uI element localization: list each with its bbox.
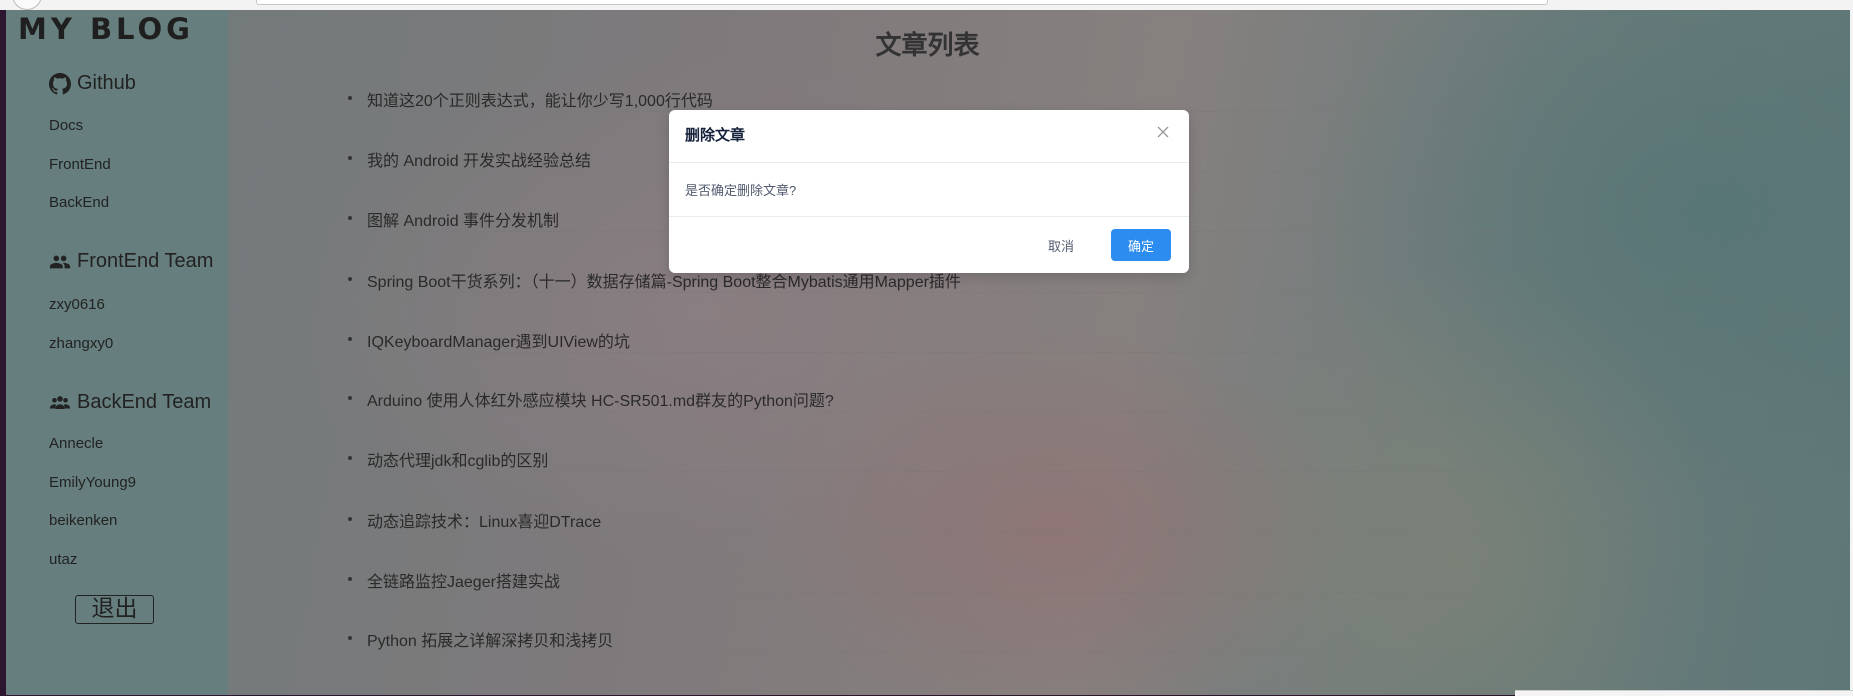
article-item[interactable]: IQKeyboardManager遇到UIView的坑 [340,328,1510,353]
address-bar[interactable] [256,0,1548,5]
article-title[interactable]: 全链路监控Jaeger搭建实战 [367,568,560,592]
bullet [348,396,352,400]
section-title: Github [77,72,136,94]
bullet [348,636,352,640]
article-title[interactable]: 我的 Android 开发实战经验总结 [367,147,591,171]
cancel-button[interactable]: 取消 [1030,229,1092,261]
sidebar-link-docs[interactable]: Docs [49,117,83,134]
article-item[interactable]: 动态代理jdk和cglib的区别 [340,447,1510,472]
confirm-button[interactable]: 确定 [1111,229,1171,261]
sidebar-link-member[interactable]: beikenken [49,512,117,529]
article-item[interactable]: Python 拓展之详解深拷贝和浅拷贝 [340,627,1510,652]
github-icon [49,72,71,94]
article-item[interactable]: Arduino 使用人体红外感应模块 HC-SR501.md群友的Python问… [340,387,1510,412]
bullet [348,216,352,220]
article-title[interactable]: IQKeyboardManager遇到UIView的坑 [367,328,630,352]
window-edge [1515,690,1853,696]
sidebar-link-backend[interactable]: BackEnd [49,194,109,211]
article-item[interactable]: 全链路监控Jaeger搭建实战 [340,568,1510,593]
section-github: Github [49,72,136,95]
logout-button[interactable]: 退出 [75,595,154,624]
article-title[interactable]: Arduino 使用人体红外感应模块 HC-SR501.md群友的Python问… [367,387,834,411]
people-icon [49,255,71,268]
group-icon [49,395,71,409]
section-title: FrontEnd Team [77,250,214,272]
page-title-text: 文章列表 [875,30,980,60]
article-title[interactable]: 图解 Android 事件分发机制 [367,207,559,231]
bullet [348,96,352,100]
sidebar-link-member[interactable]: EmilyYoung9 [49,474,136,491]
sidebar-link-member[interactable]: utaz [49,551,77,568]
delete-article-dialog: 删除文章 是否确定删除文章? 取消 确定 [669,110,1189,273]
article-item[interactable]: 动态追踪技术：Linux喜迎DTrace [340,508,1510,533]
bullet [348,577,352,581]
section-frontend-team: FrontEnd Team [49,250,213,273]
dialog-body: 是否确定删除文章? [669,163,1189,217]
sidebar-link-member[interactable]: zhangxy0 [49,335,113,352]
article-title[interactable]: 动态代理jdk和cglib的区别 [367,447,548,471]
section-title: BackEnd Team [77,391,212,413]
article-item[interactable]: 知道这20个正则表达式，能让你少写1,000行代码 [340,87,1510,112]
sidebar: MY BLOG Github Docs FrontEnd BackEnd Fro… [6,10,228,695]
dialog-header: 删除文章 [669,110,1189,163]
page-title: 文章列表 [6,25,1853,62]
dialog-title: 删除文章 [685,127,746,144]
dialog-message: 是否确定删除文章? [685,183,797,198]
bullet [348,156,352,160]
article-title[interactable]: 知道这20个正则表达式，能让你少写1,000行代码 [367,87,713,111]
sidebar-link-frontend[interactable]: FrontEnd [49,156,111,173]
sidebar-link-member[interactable]: zxy0616 [49,296,105,313]
article-title[interactable]: 动态追踪技术：Linux喜迎DTrace [367,508,601,532]
close-icon[interactable] [1153,122,1173,142]
section-backend-team: BackEnd Team [49,391,211,414]
bullet [348,337,352,341]
article-title[interactable]: Python 拓展之详解深拷贝和浅拷贝 [367,627,613,651]
bullet [348,456,352,460]
sidebar-link-member[interactable]: Annecle [49,435,103,452]
bullet [348,517,352,521]
bullet [348,277,352,281]
dialog-footer: 取消 确定 [669,217,1189,274]
browser-button[interactable] [12,0,42,10]
